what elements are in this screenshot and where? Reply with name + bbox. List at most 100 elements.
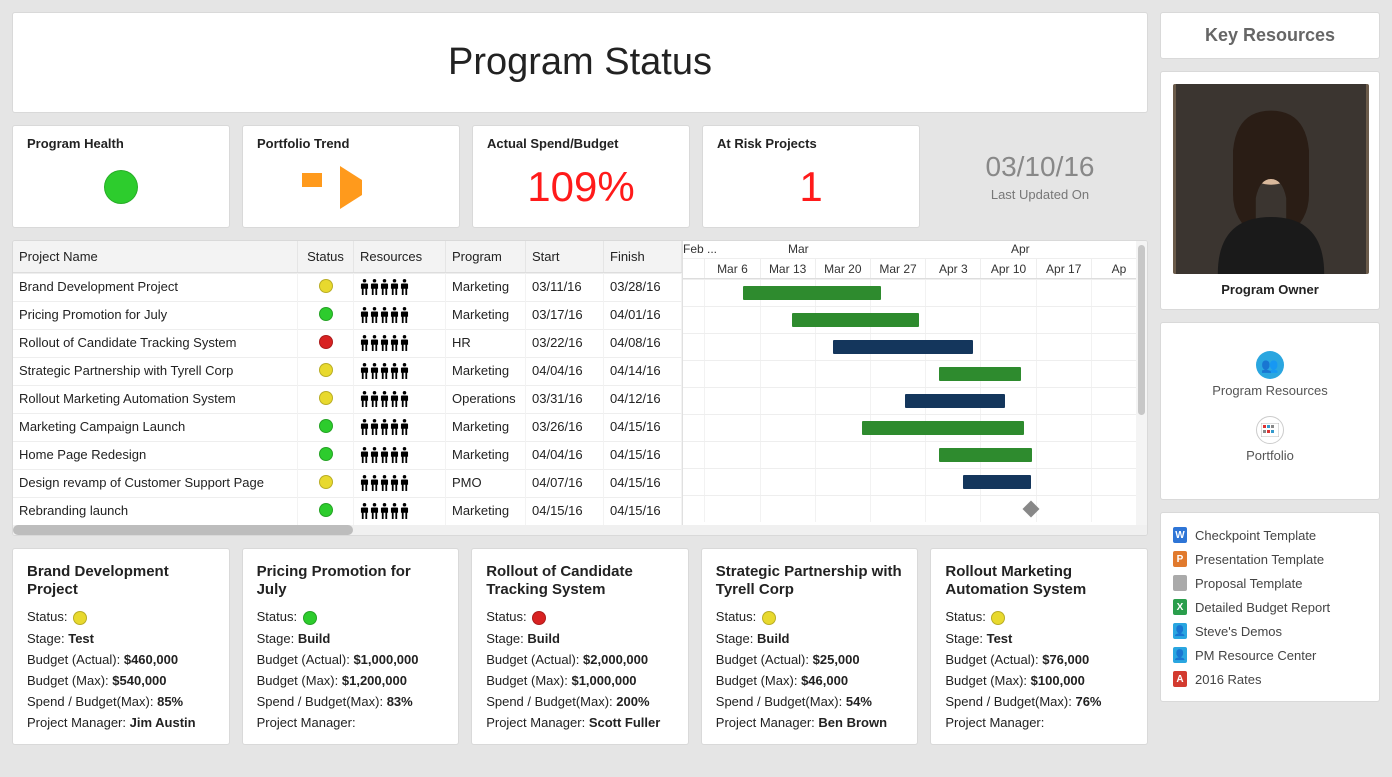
gantt-row[interactable] [683,333,1147,360]
gantt-row[interactable] [683,306,1147,333]
table-row[interactable]: Marketing Campaign LaunchMarketing03/26/… [13,413,682,441]
gantt-bar[interactable] [833,340,973,354]
gantt-row[interactable] [683,387,1147,414]
col-program[interactable]: Program [446,241,526,272]
gantt-week: Mar 27 [871,259,926,278]
cell-resources [354,301,446,329]
cell-start: 03/17/16 [526,301,604,329]
document-link[interactable]: 👤Steve's Demos [1173,619,1367,643]
person-icon [360,391,369,407]
value-stage: Build [757,631,790,646]
document-link[interactable]: PPresentation Template [1173,547,1367,571]
gantt-row[interactable] [683,279,1147,306]
file-icon: X [1173,599,1187,615]
project-table: Project Name Status Resources Program St… [13,241,683,525]
col-status[interactable]: Status [298,241,354,272]
document-link[interactable]: Proposal Template [1173,571,1367,595]
document-link[interactable]: A2016 Rates [1173,667,1367,691]
table-row[interactable]: Strategic Partnership with Tyrell CorpMa… [13,357,682,385]
label-pm: Project Manager: [486,715,585,730]
kpi-trend-label: Portfolio Trend [257,136,445,151]
person-icon [400,475,409,491]
project-detail-card[interactable]: Rollout of Candidate Tracking SystemStat… [471,548,689,745]
doc-label: Steve's Demos [1195,624,1282,639]
gantt-bar[interactable] [743,286,881,300]
portfolio-label: Portfolio [1171,448,1369,463]
table-row[interactable]: Home Page RedesignMarketing04/04/1604/15… [13,441,682,469]
person-icon [370,307,379,323]
project-detail-card[interactable]: Brand Development ProjectStatus: Stage: … [12,548,230,745]
value-stage: Test [68,631,94,646]
gantt-row[interactable] [683,495,1147,522]
person-icon [390,279,399,295]
document-list: WCheckpoint TemplatePPresentation Templa… [1160,512,1380,702]
col-project-name[interactable]: Project Name [13,241,298,272]
cell-start: 04/15/16 [526,497,604,525]
gantt-bar[interactable] [939,448,1032,462]
cell-start: 03/26/16 [526,413,604,441]
person-icon [400,419,409,435]
table-row[interactable]: Rollout of Candidate Tracking SystemHR03… [13,329,682,357]
gantt-row[interactable] [683,468,1147,495]
table-row[interactable]: Rollout Marketing Automation SystemOpera… [13,385,682,413]
horizontal-scrollbar[interactable] [13,525,1147,535]
gantt-row[interactable] [683,360,1147,387]
doc-label: Checkpoint Template [1195,528,1316,543]
col-start[interactable]: Start [526,241,604,272]
project-detail-card[interactable]: Rollout Marketing Automation SystemStatu… [930,548,1148,745]
value-budget-actual: $76,000 [1042,652,1089,667]
person-icon [400,447,409,463]
gantt-row[interactable] [683,414,1147,441]
document-link[interactable]: XDetailed Budget Report [1173,595,1367,619]
cell-resources [354,357,446,385]
label-status: Status: [257,609,297,624]
document-link[interactable]: 👤PM Resource Center [1173,643,1367,667]
label-spend-budget: Spend / Budget(Max): [945,694,1071,709]
gantt-bar[interactable] [905,394,1005,408]
value-budget-max: $46,000 [801,673,848,688]
portfolio-link[interactable]: Portfolio [1171,416,1369,463]
gantt-chart[interactable]: Feb ... Mar Apr Mar 6Mar 13Mar 20Mar 27A… [683,241,1147,525]
table-row[interactable]: Rebranding launchMarketing04/15/1604/15/… [13,497,682,525]
milestone-icon[interactable] [1023,501,1040,518]
gantt-bar[interactable] [939,367,1021,381]
person-icon [400,279,409,295]
cell-program: Marketing [446,301,526,329]
cell-status [298,385,354,413]
col-finish[interactable]: Finish [604,241,682,272]
label-stage: Stage: [486,631,524,646]
owner-photo [1173,84,1369,274]
table-row[interactable]: Brand Development ProjectMarketing03/11/… [13,273,682,301]
person-icon [400,503,409,519]
detail-title: Rollout Marketing Automation System [945,563,1133,599]
table-row[interactable]: Design revamp of Customer Support PagePM… [13,469,682,497]
vertical-scrollbar[interactable] [1136,241,1147,525]
people-icon: 👥 [1256,351,1284,379]
label-stage: Stage: [27,631,65,646]
gantt-row[interactable] [683,441,1147,468]
cell-status [298,441,354,469]
doc-label: Proposal Template [1195,576,1302,591]
label-spend-budget: Spend / Budget(Max): [27,694,153,709]
status-dot-icon [73,611,87,625]
portfolio-icon [1256,416,1284,444]
gantt-bar[interactable] [792,313,919,327]
col-resources[interactable]: Resources [354,241,446,272]
document-link[interactable]: WCheckpoint Template [1173,523,1367,547]
kpi-atrisk-value: 1 [799,163,822,211]
gantt-bar[interactable] [862,421,1024,435]
month-apr: Apr [1011,242,1030,256]
resource-widgets: 👥 Program Resources Portfolio [1160,322,1380,500]
gantt-bar[interactable] [963,475,1031,489]
project-detail-card[interactable]: Strategic Partnership with Tyrell CorpSt… [701,548,919,745]
status-dot-icon [319,391,333,405]
status-dot-icon [319,279,333,293]
table-row[interactable]: Pricing Promotion for JulyMarketing03/17… [13,301,682,329]
program-owner-card[interactable]: Program Owner [1160,71,1380,310]
updated-label: Last Updated On [991,187,1089,202]
project-detail-card[interactable]: Pricing Promotion for JulyStatus: Stage:… [242,548,460,745]
person-icon [390,419,399,435]
cell-program: Marketing [446,441,526,469]
program-resources-link[interactable]: 👥 Program Resources [1171,351,1369,398]
cell-resources [354,469,446,497]
